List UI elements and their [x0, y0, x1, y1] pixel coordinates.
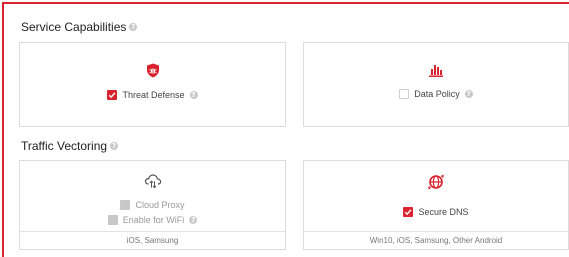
cloud-sync-icon: [144, 173, 162, 194]
secure-dns-card[interactable]: Secure DNS Win10, iOS, Samsung, Other An…: [303, 160, 569, 250]
help-icon[interactable]: ?: [464, 90, 473, 98]
data-policy-option[interactable]: Data Policy ?: [304, 89, 568, 99]
threat-defense-checkbox[interactable]: [107, 90, 118, 100]
globe-sync-icon: [428, 174, 444, 195]
shield-bug-icon: [146, 63, 160, 83]
secure-dns-label: Secure DNS: [418, 207, 469, 217]
help-icon[interactable]: ?: [110, 142, 119, 150]
enable-for-wifi-label: Enable for WiFi: [122, 215, 185, 225]
bar-chart-icon: [429, 64, 443, 82]
help-icon[interactable]: ?: [129, 23, 138, 31]
section-title-text: Traffic Vectoring: [21, 139, 108, 153]
cloud-proxy-label: Cloud Proxy: [135, 200, 185, 210]
cloud-proxy-platforms: iOS, Samsung: [20, 231, 285, 249]
threat-defense-card[interactable]: Threat Defense ?: [19, 42, 286, 127]
section-title-traffic-vectoring: Traffic Vectoring ?: [21, 139, 119, 153]
section-title-service-capabilities: Service Capabilities ?: [21, 20, 138, 34]
secure-dns-checkbox[interactable]: [403, 207, 414, 217]
cloud-proxy-card[interactable]: Cloud Proxy Enable for WiFi ? iOS, Samsu…: [19, 160, 286, 250]
data-policy-label: Data Policy: [414, 89, 460, 99]
enable-for-wifi-checkbox[interactable]: [107, 215, 118, 225]
help-icon[interactable]: ?: [189, 91, 198, 99]
threat-defense-option[interactable]: Threat Defense ?: [20, 90, 285, 100]
data-policy-card[interactable]: Data Policy ?: [303, 42, 569, 127]
secure-dns-option[interactable]: Secure DNS: [304, 207, 568, 217]
threat-defense-label: Threat Defense: [122, 90, 185, 100]
secure-dns-platforms: Win10, iOS, Samsung, Other Android: [304, 231, 568, 249]
section-title-text: Service Capabilities: [21, 20, 127, 34]
data-policy-checkbox[interactable]: [399, 89, 410, 99]
cloud-proxy-checkbox[interactable]: [120, 200, 131, 210]
cloud-proxy-option[interactable]: Cloud Proxy: [20, 200, 285, 210]
enable-for-wifi-option[interactable]: Enable for WiFi ?: [20, 215, 285, 225]
help-icon[interactable]: ?: [189, 216, 198, 224]
